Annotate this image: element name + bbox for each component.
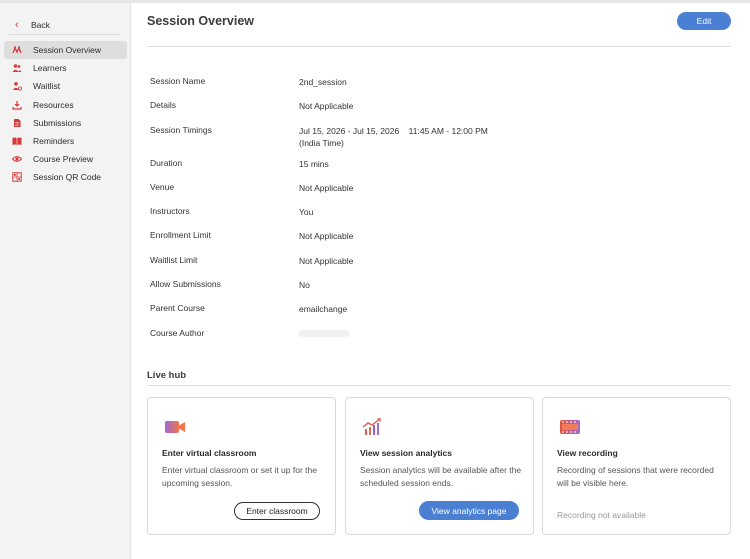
sidebar-item-submissions[interactable]: Submissions	[4, 114, 127, 132]
detail-value: No	[299, 280, 310, 291]
detail-value: Not Applicable	[299, 101, 354, 112]
detail-label: Session Timings	[150, 124, 212, 135]
sidebar: ‹ Back Session Overview Learners Waitlis…	[0, 3, 131, 559]
back-link[interactable]: ‹ Back	[9, 15, 120, 35]
detail-label: Duration	[150, 157, 183, 168]
detail-value: Not Applicable	[299, 182, 354, 193]
sidebar-item-label: Submissions	[33, 117, 82, 128]
sidebar-item-label: Resources	[33, 99, 74, 110]
page-title: Session Overview	[147, 14, 255, 28]
session-details: Session Name 2nd_session Details Not App…	[150, 76, 730, 352]
detail-label: Enrollment Limit	[150, 230, 211, 241]
redacted-author	[299, 329, 349, 337]
document-icon	[14, 118, 21, 127]
video-camera-icon	[165, 421, 185, 433]
detail-row-enrollment-limit: Enrollment Limit Not Applicable	[150, 230, 730, 254]
waitlist-icon	[12, 82, 22, 91]
detail-row-duration: Duration 15 mins	[150, 158, 730, 182]
sidebar-item-label: Reminders	[33, 135, 75, 146]
detail-value: Jul 15, 2026 - Jul 15, 2026 11:45 AM - 1…	[299, 125, 488, 136]
sidebar-item-label: Session QR Code	[33, 172, 102, 183]
back-label: Back	[31, 19, 50, 30]
card-title: View session analytics	[360, 448, 452, 458]
download-icon	[12, 100, 22, 110]
card-title: Enter virtual classroom	[162, 448, 257, 458]
book-icon	[12, 137, 22, 145]
sidebar-item-session-overview[interactable]: Session Overview	[4, 41, 127, 59]
sidebar-item-label: Waitlist	[33, 81, 61, 92]
detail-value-timezone: (India Time)	[299, 137, 344, 148]
sidebar-item-course-preview[interactable]: Course Preview	[4, 150, 127, 168]
detail-label: Allow Submissions	[150, 279, 221, 290]
detail-value-group: Jul 15, 2026 - Jul 15, 2026 11:45 AM - 1…	[299, 125, 719, 158]
detail-value	[299, 328, 719, 352]
card-recording: View recording Recording of sessions tha…	[542, 397, 731, 535]
detail-value: Not Applicable	[299, 255, 354, 266]
detail-row-venue: Venue Not Applicable	[150, 182, 730, 206]
session-overview-icon	[12, 46, 22, 54]
detail-row-allow-submissions: Allow Submissions No	[150, 279, 730, 303]
detail-label: Parent Course	[150, 303, 205, 314]
main-content: Session Overview Edit Session Name 2nd_s…	[131, 3, 750, 559]
film-recording-icon	[560, 420, 580, 434]
detail-label: Details	[150, 100, 176, 111]
card-session-analytics: View session analytics Session analytics…	[345, 397, 534, 535]
detail-value: 15 mins	[299, 158, 329, 169]
sidebar-item-resources[interactable]: Resources	[4, 96, 127, 114]
qr-code-icon	[12, 172, 22, 183]
detail-value: Not Applicable	[299, 231, 354, 242]
card-virtual-classroom: Enter virtual classroom Enter virtual cl…	[147, 397, 336, 535]
detail-row-session-name: Session Name 2nd_session	[150, 76, 730, 100]
view-analytics-button[interactable]: View analytics page	[419, 501, 519, 520]
detail-label: Venue	[150, 181, 175, 192]
chevron-left-icon: ‹	[15, 18, 19, 31]
sidebar-item-waitlist[interactable]: Waitlist	[4, 77, 127, 95]
detail-label: Course Author	[150, 327, 205, 338]
sidebar-item-learners[interactable]: Learners	[4, 59, 127, 77]
detail-label: Waitlist Limit	[150, 254, 198, 265]
detail-row-session-timings: Session Timings Jul 15, 2026 - Jul 15, 2…	[150, 125, 730, 158]
sidebar-item-label: Learners	[33, 63, 67, 74]
header-divider	[147, 46, 731, 47]
sidebar-nav: Session Overview Learners Waitlist Resou…	[4, 41, 127, 187]
card-description: Recording of sessions that were recorded…	[557, 465, 714, 488]
sidebar-item-reminders[interactable]: Reminders	[4, 132, 127, 150]
edit-button[interactable]: Edit	[677, 12, 731, 30]
card-description: Session analytics will be available afte…	[360, 465, 522, 488]
analytics-chart-icon	[362, 418, 381, 435]
learners-icon	[12, 64, 22, 73]
card-description: Enter virtual classroom or set it up for…	[162, 465, 317, 488]
detail-row-parent-course: Parent Course emailchange	[150, 303, 730, 327]
live-hub-title: Live hub	[147, 370, 187, 381]
sidebar-item-label: Course Preview	[33, 154, 93, 165]
detail-label: Instructors	[150, 206, 190, 217]
detail-row-course-author: Course Author	[150, 328, 730, 352]
detail-value: emailchange	[299, 304, 348, 315]
recording-status: Recording not available	[557, 510, 646, 520]
sidebar-item-session-qr-code[interactable]: Session QR Code	[4, 168, 127, 186]
detail-row-waitlist-limit: Waitlist Limit Not Applicable	[150, 255, 730, 279]
detail-value: 2nd_session	[299, 77, 347, 87]
detail-row-details: Details Not Applicable	[150, 100, 730, 124]
enter-classroom-button[interactable]: Enter classroom	[234, 502, 320, 520]
card-title: View recording	[557, 448, 618, 458]
detail-label: Session Name	[150, 76, 206, 86]
sidebar-item-label: Session Overview	[33, 45, 102, 55]
eye-icon	[12, 156, 22, 162]
detail-row-instructors: Instructors You	[150, 206, 730, 230]
live-hub-divider	[147, 385, 731, 386]
detail-value: You	[299, 207, 314, 218]
